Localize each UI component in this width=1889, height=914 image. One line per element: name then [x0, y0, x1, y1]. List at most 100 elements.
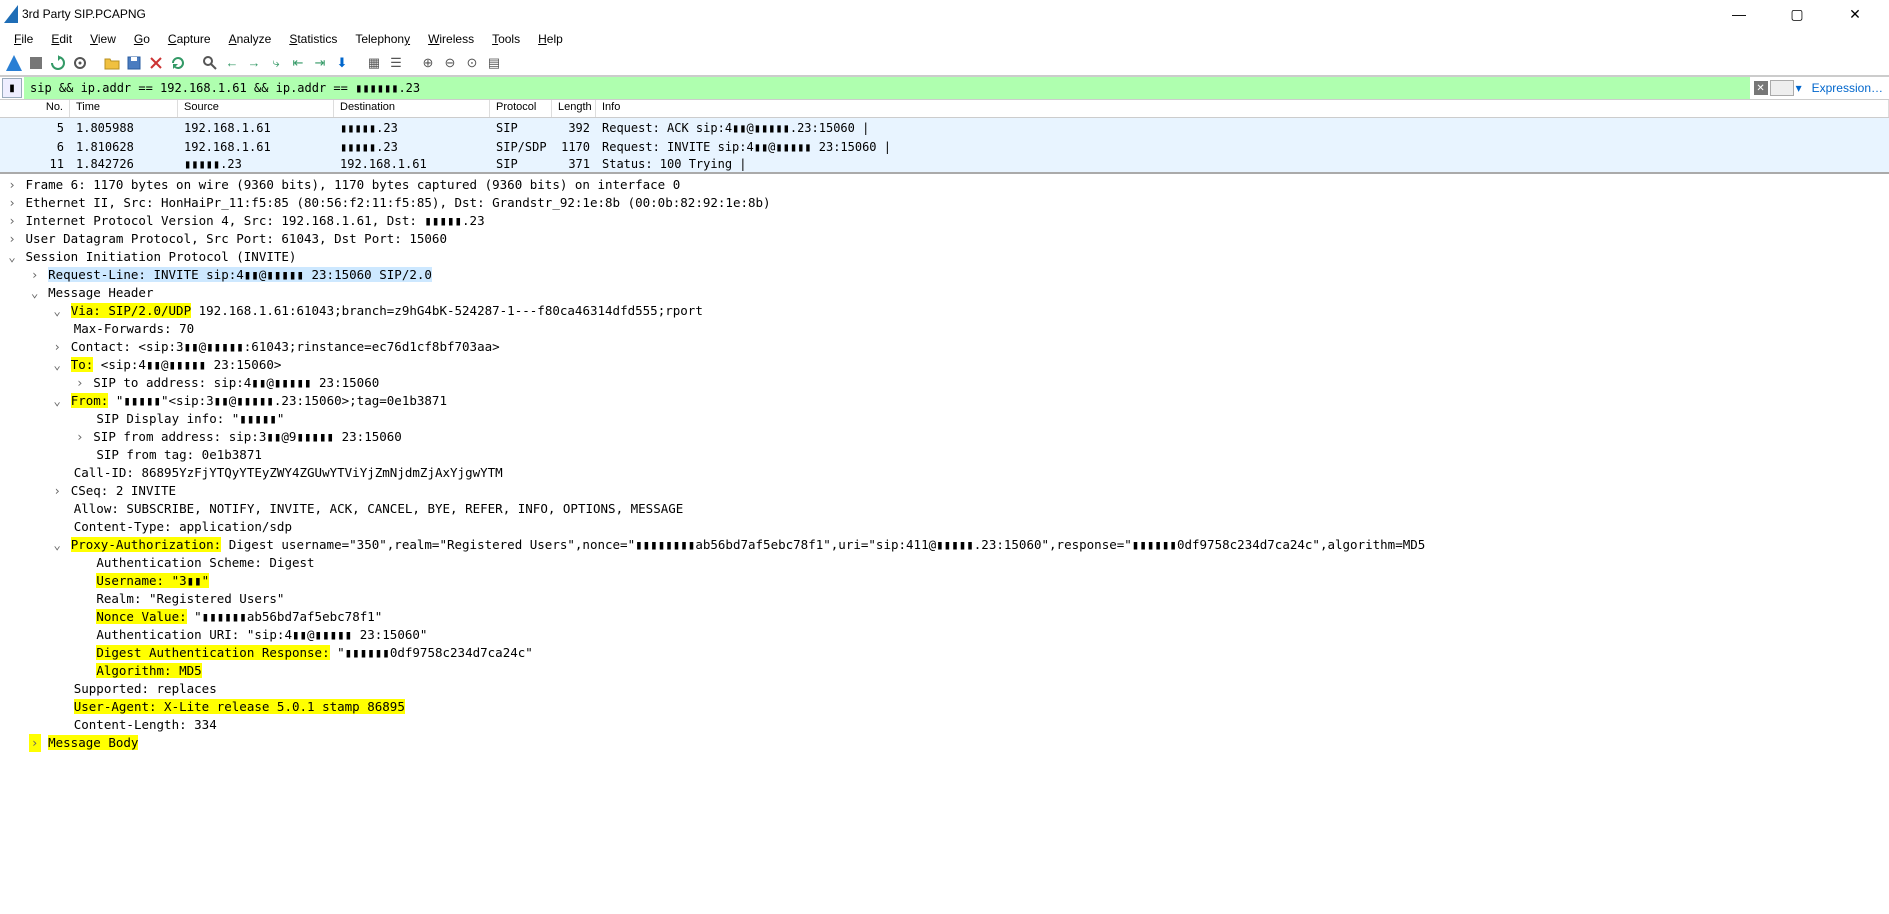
menu-go[interactable]: Go — [126, 30, 158, 48]
expand-icon[interactable]: › — [29, 734, 41, 752]
tree-item[interactable]: Allow: SUBSCRIBE, NOTIFY, INVITE, ACK, C… — [0, 500, 1889, 518]
open-file-icon[interactable] — [102, 53, 122, 73]
collapse-icon[interactable]: ⌄ — [51, 392, 63, 410]
tree-item[interactable]: › SIP from address: sip:3▮▮@9▮▮▮▮▮ 23:15… — [0, 428, 1889, 446]
display-filter-input[interactable] — [24, 77, 1750, 99]
menu-capture[interactable]: Capture — [160, 30, 219, 48]
minimize-button[interactable]: — — [1719, 6, 1759, 23]
colorize-icon[interactable]: ▦ — [364, 53, 384, 73]
go-back-icon[interactable]: ← — [222, 53, 242, 73]
auto-scroll-live-icon[interactable]: ☰ — [386, 53, 406, 73]
tree-item[interactable]: Content-Length: 334 — [0, 716, 1889, 734]
tree-item[interactable]: Authentication URI: "sip:4▮▮@▮▮▮▮▮ 23:15… — [0, 626, 1889, 644]
menu-statistics[interactable]: Statistics — [281, 30, 345, 48]
col-info[interactable]: Info — [596, 100, 1889, 117]
col-protocol[interactable]: Protocol — [490, 100, 552, 117]
tree-item[interactable]: Supported: replaces — [0, 680, 1889, 698]
zoom-in-icon[interactable]: ⊕ — [418, 53, 438, 73]
menu-help[interactable]: Help — [530, 30, 571, 48]
collapse-icon[interactable]: ⌄ — [51, 536, 63, 554]
tree-item[interactable]: › Request-Line: INVITE sip:4▮▮@▮▮▮▮▮ 23:… — [0, 266, 1889, 284]
tree-item[interactable]: Content-Type: application/sdp — [0, 518, 1889, 536]
tree-item[interactable]: › Message Body — [0, 734, 1889, 752]
col-no[interactable]: No. — [0, 100, 70, 117]
menu-file[interactable]: File — [6, 30, 41, 48]
menu-wireless[interactable]: Wireless — [420, 30, 482, 48]
expand-icon[interactable]: › — [74, 374, 86, 392]
col-source[interactable]: Source — [178, 100, 334, 117]
restart-capture-icon[interactable] — [48, 53, 68, 73]
packet-row[interactable]: 5 1.805988 192.168.1.61 ▮▮▮▮▮.23 SIP 392… — [0, 118, 1889, 137]
collapse-icon[interactable]: ⌄ — [29, 284, 41, 302]
col-time[interactable]: Time — [70, 100, 178, 117]
reload-icon[interactable] — [168, 53, 188, 73]
go-first-icon[interactable]: ⇤ — [288, 53, 308, 73]
expand-icon[interactable]: › — [6, 176, 18, 194]
tree-item[interactable]: ⌄ Via: SIP/2.0/UDP 192.168.1.61:61043;br… — [0, 302, 1889, 320]
expand-icon[interactable]: › — [74, 428, 86, 446]
tree-item[interactable]: SIP from tag: 0e1b3871 — [0, 446, 1889, 464]
tree-item[interactable]: Realm: "Registered Users" — [0, 590, 1889, 608]
go-last-icon[interactable]: ⇥ — [310, 53, 330, 73]
tree-item[interactable]: SIP Display info: "▮▮▮▮▮" — [0, 410, 1889, 428]
tree-item[interactable]: › User Datagram Protocol, Src Port: 6104… — [0, 230, 1889, 248]
expand-icon[interactable]: › — [6, 212, 18, 230]
tree-item[interactable]: › SIP to address: sip:4▮▮@▮▮▮▮▮ 23:15060 — [0, 374, 1889, 392]
jump-to-icon[interactable]: ⤷ — [266, 53, 286, 73]
col-destination[interactable]: Destination — [334, 100, 490, 117]
capture-options-icon[interactable] — [70, 53, 90, 73]
tree-item[interactable]: Username: "3▮▮" — [0, 572, 1889, 590]
stop-capture-icon[interactable] — [26, 53, 46, 73]
tree-item[interactable]: › CSeq: 2 INVITE — [0, 482, 1889, 500]
tree-item[interactable]: › Internet Protocol Version 4, Src: 192.… — [0, 212, 1889, 230]
packet-row[interactable]: 11 1.842726 ▮▮▮▮▮.23 192.168.1.61 SIP 37… — [0, 156, 1889, 172]
menu-telephony[interactable]: Telephony — [347, 30, 418, 48]
tree-item[interactable]: Max-Forwards: 70 — [0, 320, 1889, 338]
filter-apply-icon[interactable]: ▾ — [1796, 81, 1802, 95]
tree-item[interactable]: ⌄ Session Initiation Protocol (INVITE) — [0, 248, 1889, 266]
tree-item[interactable]: Algorithm: MD5 — [0, 662, 1889, 680]
tree-item[interactable]: Call-ID: 86895YzFjYTQyYTEyZWY4ZGUwYTViYj… — [0, 464, 1889, 482]
close-file-icon[interactable] — [146, 53, 166, 73]
expand-icon[interactable]: › — [6, 230, 18, 248]
tree-item[interactable]: Digest Authentication Response: "▮▮▮▮▮▮0… — [0, 644, 1889, 662]
expand-icon[interactable]: › — [51, 482, 63, 500]
menu-tools[interactable]: Tools — [484, 30, 528, 48]
resize-columns-icon[interactable]: ▤ — [484, 53, 504, 73]
collapse-icon[interactable]: ⌄ — [6, 248, 18, 266]
expression-button[interactable]: Expression… — [1806, 81, 1889, 95]
go-forward-icon[interactable]: → — [244, 53, 264, 73]
packet-row[interactable]: 6 1.810628 192.168.1.61 ▮▮▮▮▮.23 SIP/SDP… — [0, 137, 1889, 156]
start-capture-icon[interactable] — [4, 53, 24, 73]
collapse-icon[interactable]: ⌄ — [51, 356, 63, 374]
expand-icon[interactable]: › — [6, 194, 18, 212]
menu-analyze[interactable]: Analyze — [221, 30, 280, 48]
filter-bookmark-icon[interactable]: ▮ — [2, 78, 22, 98]
tree-item[interactable]: Authentication Scheme: Digest — [0, 554, 1889, 572]
tree-item[interactable]: Nonce Value: "▮▮▮▮▮▮ab56bd7af5ebc78f1" — [0, 608, 1889, 626]
tree-item[interactable]: ⌄ Message Header — [0, 284, 1889, 302]
tree-item[interactable]: › Frame 6: 1170 bytes on wire (9360 bits… — [0, 176, 1889, 194]
expand-icon[interactable]: › — [29, 266, 41, 284]
collapse-icon[interactable]: ⌄ — [51, 302, 63, 320]
tree-item[interactable]: ⌄ Proxy-Authorization: Digest username="… — [0, 536, 1889, 554]
col-length[interactable]: Length — [552, 100, 596, 117]
tree-item[interactable]: User-Agent: X-Lite release 5.0.1 stamp 8… — [0, 698, 1889, 716]
zoom-out-icon[interactable]: ⊖ — [440, 53, 460, 73]
tree-item[interactable]: › Contact: <sip:3▮▮@▮▮▮▮▮:61043;rinstanc… — [0, 338, 1889, 356]
zoom-reset-icon[interactable]: ⊙ — [462, 53, 482, 73]
auto-scroll-icon[interactable]: ⬇ — [332, 53, 352, 73]
close-button[interactable]: ✕ — [1835, 6, 1875, 23]
filter-dropdown-icon[interactable] — [1770, 80, 1794, 96]
tree-item[interactable]: ⌄ From: "▮▮▮▮▮"<sip:3▮▮@▮▮▮▮▮.23:15060>;… — [0, 392, 1889, 410]
find-icon[interactable] — [200, 53, 220, 73]
menu-view[interactable]: View — [82, 30, 124, 48]
filter-clear-icon[interactable]: ✕ — [1754, 81, 1768, 95]
titlebar: 3rd Party SIP.PCAPNG — ▢ ✕ — [0, 0, 1889, 28]
maximize-button[interactable]: ▢ — [1777, 6, 1817, 23]
tree-item[interactable]: › Ethernet II, Src: HonHaiPr_11:f5:85 (8… — [0, 194, 1889, 212]
expand-icon[interactable]: › — [51, 338, 63, 356]
tree-item[interactable]: ⌄ To: <sip:4▮▮@▮▮▮▮▮ 23:15060> — [0, 356, 1889, 374]
menu-edit[interactable]: Edit — [43, 30, 80, 48]
save-file-icon[interactable] — [124, 53, 144, 73]
